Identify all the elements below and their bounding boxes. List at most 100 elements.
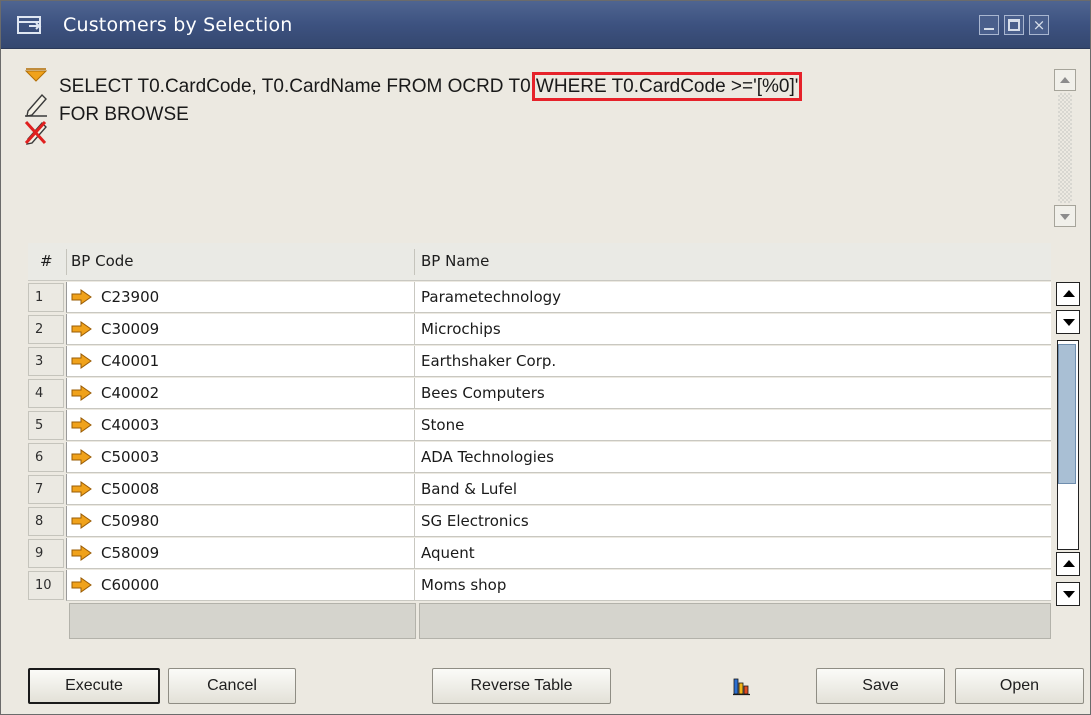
scroll-up-icon <box>1063 560 1075 567</box>
link-arrow-icon[interactable] <box>71 321 92 337</box>
column-divider[interactable] <box>414 249 415 275</box>
bp-name-cell[interactable]: Earthshaker Corp. <box>414 346 1051 377</box>
bp-code-cell[interactable]: C40003 <box>66 410 414 441</box>
minimize-icon[interactable] <box>979 15 999 35</box>
footer-cell-bp-name <box>419 603 1051 639</box>
row-number[interactable]: 2 <box>28 315 64 344</box>
query-text[interactable]: SELECT T0.CardCode, T0.CardName FROM OCR… <box>59 72 803 129</box>
link-arrow-icon[interactable] <box>71 577 92 593</box>
table-row[interactable]: 7 C50008 Band & Lufel <box>28 474 1051 505</box>
bp-name: ADA Technologies <box>421 448 554 466</box>
bp-code-cell[interactable]: C60000 <box>66 570 414 601</box>
title-bar[interactable]: Customers by Selection × <box>1 1 1090 49</box>
maximize-icon[interactable] <box>1004 15 1024 35</box>
query-tools <box>23 65 53 165</box>
bp-name: Aquent <box>421 544 475 562</box>
table-row[interactable]: 2 C30009 Microchips <box>28 314 1051 345</box>
grid-scroll-page-down-button[interactable] <box>1056 582 1080 606</box>
bp-name-cell[interactable]: Parametechnology <box>414 282 1051 313</box>
link-arrow-icon[interactable] <box>71 289 92 305</box>
query-scroll-down-button[interactable] <box>1054 205 1076 227</box>
row-number[interactable]: 1 <box>28 283 64 312</box>
link-arrow-icon[interactable] <box>71 545 92 561</box>
bp-name-cell[interactable]: ADA Technologies <box>414 442 1051 473</box>
row-number[interactable]: 3 <box>28 347 64 376</box>
scroll-up-icon <box>1060 77 1070 83</box>
grid-scroll-up-button[interactable] <box>1056 282 1080 306</box>
query-for-browse: FOR BROWSE <box>59 104 189 125</box>
bp-name: Bees Computers <box>421 384 545 402</box>
row-number[interactable]: 5 <box>28 411 64 440</box>
table-row[interactable]: 6 C50003 ADA Technologies <box>28 442 1051 473</box>
column-divider[interactable] <box>66 249 67 275</box>
link-arrow-icon[interactable] <box>71 449 92 465</box>
bp-code: C58009 <box>101 544 160 562</box>
bp-name: Earthshaker Corp. <box>421 352 557 370</box>
bp-name-cell[interactable]: Microchips <box>414 314 1051 345</box>
bp-code: C30009 <box>101 320 160 338</box>
bp-name: SG Electronics <box>421 512 529 530</box>
clear-pencil-icon[interactable] <box>23 119 49 145</box>
link-arrow-icon[interactable] <box>71 513 92 529</box>
grid-scroll-page-up-button[interactable] <box>1056 552 1080 576</box>
query-scroll-track[interactable] <box>1058 93 1072 203</box>
cancel-button[interactable]: Cancel <box>168 668 296 704</box>
form-icon <box>17 16 42 34</box>
bp-name: Microchips <box>421 320 501 338</box>
bp-name-cell[interactable]: Stone <box>414 410 1051 441</box>
bp-name-cell[interactable]: Aquent <box>414 538 1051 569</box>
table-row[interactable]: 5 C40003 Stone <box>28 410 1051 441</box>
bp-name-cell[interactable]: SG Electronics <box>414 506 1051 537</box>
column-header-bp-code[interactable]: BP Code <box>71 243 134 281</box>
table-row[interactable]: 4 C40002 Bees Computers <box>28 378 1051 409</box>
table-row[interactable]: 1 C23900 Parametechnology <box>28 282 1051 313</box>
grid-scroll-down-button[interactable] <box>1056 310 1080 334</box>
link-arrow-icon[interactable] <box>71 481 92 497</box>
query-scrollbar[interactable] <box>1054 69 1076 229</box>
open-button[interactable]: Open <box>955 668 1084 704</box>
bp-name: Stone <box>421 416 465 434</box>
table-row[interactable]: 10 C60000 Moms shop <box>28 570 1051 601</box>
bp-code-cell[interactable]: C30009 <box>66 314 414 345</box>
chart-icon[interactable] <box>732 676 752 696</box>
bp-code: C40001 <box>101 352 160 370</box>
bp-name-cell[interactable]: Moms shop <box>414 570 1051 601</box>
row-number[interactable]: 8 <box>28 507 64 536</box>
close-icon[interactable]: × <box>1029 15 1049 35</box>
bp-name-cell[interactable]: Band & Lufel <box>414 474 1051 505</box>
bp-code-cell[interactable]: C50008 <box>66 474 414 505</box>
row-number[interactable]: 10 <box>28 571 64 600</box>
execute-button[interactable]: Execute <box>28 668 160 704</box>
link-arrow-icon[interactable] <box>71 417 92 433</box>
bp-code-cell[interactable]: C50003 <box>66 442 414 473</box>
grid-scroll-thumb[interactable] <box>1058 344 1076 484</box>
link-arrow-icon[interactable] <box>71 353 92 369</box>
reverse-table-button[interactable]: Reverse Table <box>432 668 611 704</box>
grid-footer <box>69 603 1051 639</box>
row-number[interactable]: 7 <box>28 475 64 504</box>
grid-scrollbar[interactable] <box>1056 282 1080 608</box>
bp-code-cell[interactable]: C50980 <box>66 506 414 537</box>
window-title: Customers by Selection <box>63 14 293 36</box>
table-row[interactable]: 9 C58009 Aquent <box>28 538 1051 569</box>
row-number[interactable]: 4 <box>28 379 64 408</box>
query-editor[interactable]: SELECT T0.CardCode, T0.CardName FROM OCR… <box>53 59 1053 231</box>
table-row[interactable]: 3 C40001 Earthshaker Corp. <box>28 346 1051 377</box>
bp-code-cell[interactable]: C58009 <box>66 538 414 569</box>
edit-pencil-icon[interactable] <box>23 91 49 117</box>
bp-name-cell[interactable]: Bees Computers <box>414 378 1051 409</box>
link-arrow-icon[interactable] <box>71 385 92 401</box>
bp-code-cell[interactable]: C40002 <box>66 378 414 409</box>
query-where-clause-highlighted: WHERE T0.CardCode >='[%0]' <box>531 72 803 101</box>
bp-code-cell[interactable]: C23900 <box>66 282 414 313</box>
dropdown-arrow-icon[interactable] <box>23 65 49 91</box>
row-number[interactable]: 6 <box>28 443 64 472</box>
save-button[interactable]: Save <box>816 668 945 704</box>
bp-code: C40003 <box>101 416 160 434</box>
table-row[interactable]: 8 C50980 SG Electronics <box>28 506 1051 537</box>
bp-code-cell[interactable]: C40001 <box>66 346 414 377</box>
column-header-bp-name[interactable]: BP Name <box>421 243 489 281</box>
column-header-row-number[interactable]: # <box>40 243 53 281</box>
row-number[interactable]: 9 <box>28 539 64 568</box>
query-scroll-up-button[interactable] <box>1054 69 1076 91</box>
